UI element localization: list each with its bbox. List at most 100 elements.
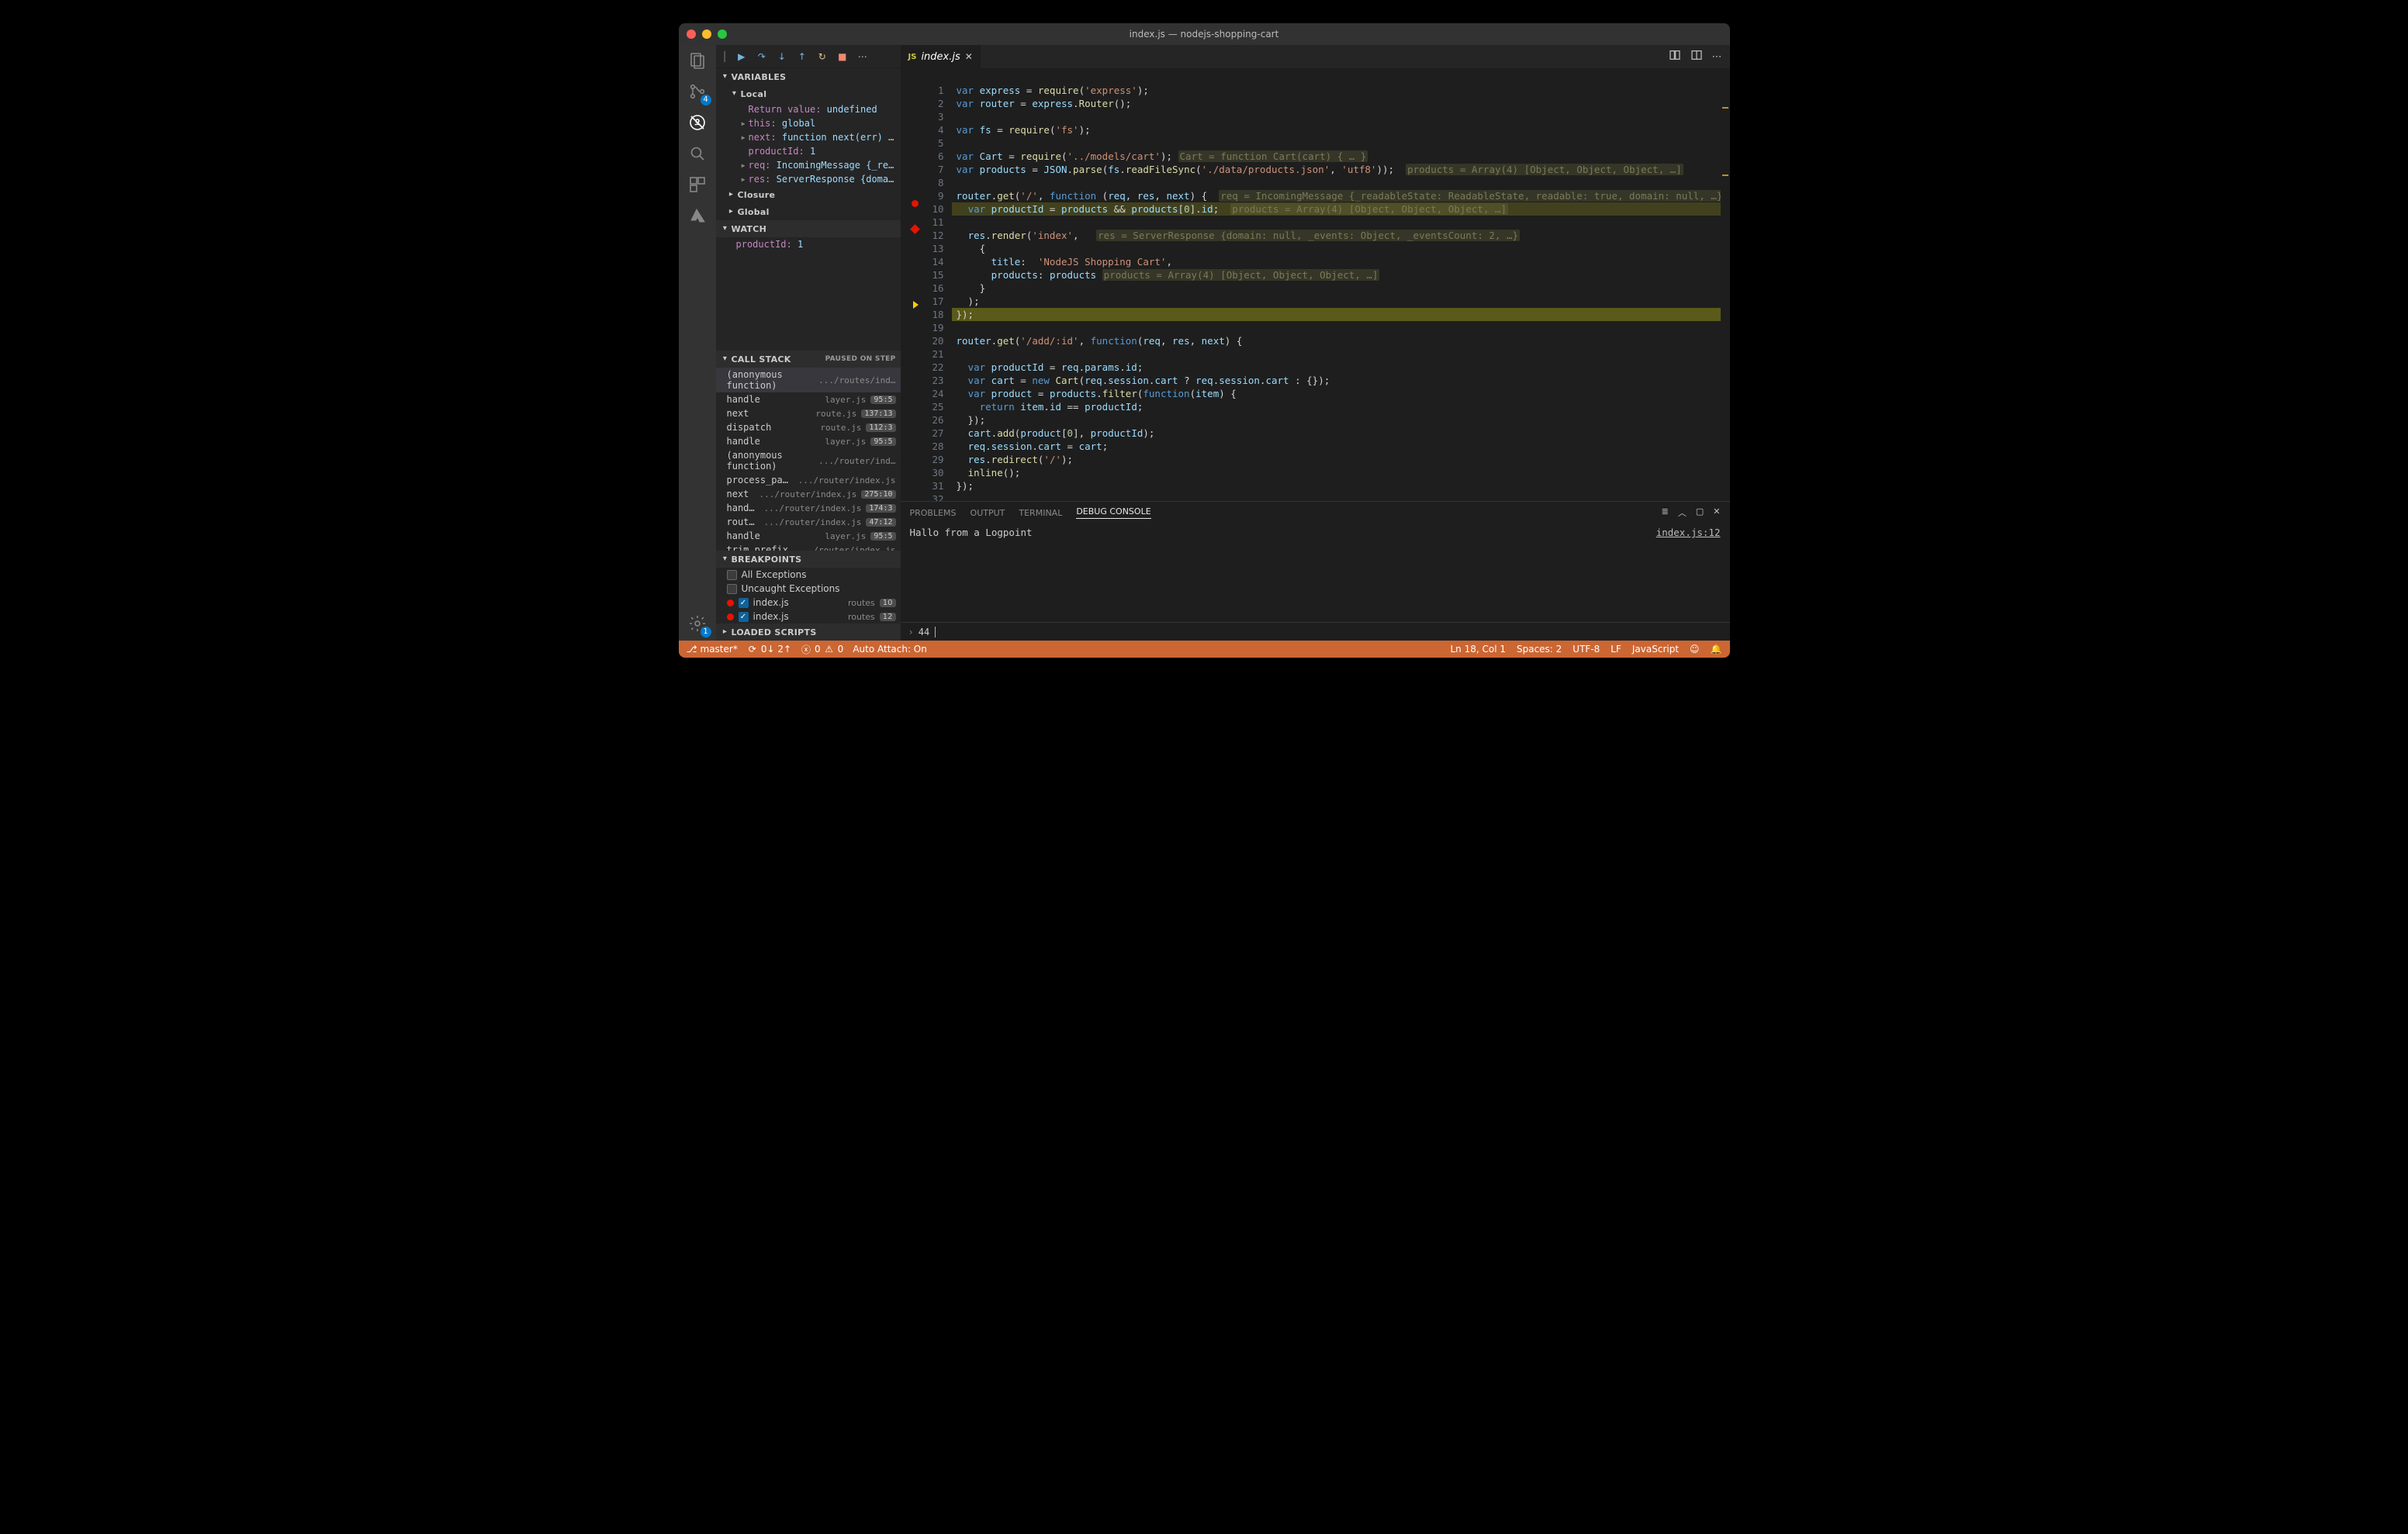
collapse-icon[interactable]: ︿	[1678, 506, 1687, 519]
step-out-icon[interactable]: ↑	[796, 50, 808, 63]
status-sync[interactable]: ⟳0↓ 2↑	[747, 644, 791, 655]
variables-closure-header[interactable]: ▸Closure	[716, 186, 901, 203]
stack-frame[interactable]: nextroute.js137:13	[716, 406, 901, 420]
variable-row[interactable]: Return value: undefined	[716, 102, 901, 116]
bp-all-exceptions[interactable]: All Exceptions	[716, 568, 901, 582]
debug-more-icon[interactable]: ⋯	[856, 50, 869, 63]
code-line[interactable]: var product = products.filter(function(i…	[952, 387, 1730, 400]
azure-icon[interactable]	[687, 205, 708, 226]
status-errors[interactable]: ⓧ0 ⚠0	[801, 643, 843, 656]
close-icon[interactable]: ✕	[965, 51, 973, 62]
restart-icon[interactable]: ↻	[816, 50, 829, 63]
code-line[interactable]: );	[952, 295, 1730, 308]
notifications-icon[interactable]: 🔔	[1711, 644, 1722, 655]
stack-frame[interactable]: (anonymous function).../routes/ind…	[716, 368, 901, 392]
variables-global-header[interactable]: ▸Global	[716, 203, 901, 220]
code-line[interactable]: res.redirect('/');	[952, 453, 1730, 466]
code-line[interactable]: var router = express.Router();	[952, 97, 1730, 110]
status-encoding[interactable]: UTF-8	[1572, 644, 1600, 655]
loaded-scripts-header[interactable]: ▸Loaded Scripts	[716, 624, 901, 641]
close-panel-icon[interactable]: ✕	[1713, 506, 1720, 519]
checkbox-icon[interactable]: ✓	[739, 598, 749, 608]
status-language[interactable]: JavaScript	[1632, 644, 1679, 655]
stack-frame[interactable]: process_params.../router/index.js	[716, 473, 901, 487]
search-icon[interactable]	[687, 143, 708, 164]
code-line[interactable]	[952, 216, 1730, 229]
tab-problems[interactable]: PROBLEMS	[910, 508, 957, 518]
stack-frame[interactable]: handlelayer.js95:5	[716, 529, 901, 543]
code-line[interactable]: });	[952, 413, 1730, 427]
code-line[interactable]: });	[952, 479, 1730, 492]
step-into-icon[interactable]: ↓	[776, 50, 788, 63]
debug-console-input[interactable]: › 44	[901, 622, 1730, 641]
debug-console-body[interactable]: Hallo from a Logpoint index.js:12	[901, 523, 1730, 622]
stack-frame[interactable]: trim_prefix.../router/index.js	[716, 543, 901, 551]
stack-frame[interactable]: handlelayer.js95:5	[716, 434, 901, 448]
code-line[interactable]: products: products products = Array(4) […	[952, 268, 1730, 282]
bp-uncaught-exceptions[interactable]: Uncaught Exceptions	[716, 582, 901, 596]
callstack-section-header[interactable]: ▾Call StackPaused on step	[716, 351, 901, 368]
code-line[interactable]: }	[952, 282, 1730, 295]
explorer-icon[interactable]	[687, 50, 708, 71]
overview-ruler[interactable]	[1721, 82, 1730, 501]
code-line[interactable]: router.get('/add/:id', function(req, res…	[952, 334, 1730, 347]
filter-icon[interactable]: ≣	[1662, 506, 1669, 519]
code-line[interactable]: return item.id == productId;	[952, 400, 1730, 413]
settings-gear-icon[interactable]: 1	[687, 613, 708, 634]
stop-icon[interactable]: ■	[836, 50, 849, 63]
code-line[interactable]: cart.add(product[0], productId);	[952, 427, 1730, 440]
breakpoints-section-header[interactable]: ▾Breakpoints	[716, 551, 901, 568]
code-line[interactable]: var Cart = require('../models/cart'); Ca…	[952, 150, 1730, 163]
debug-icon[interactable]	[687, 112, 708, 133]
code-line[interactable]: var products = JSON.parse(fs.readFileSyn…	[952, 163, 1730, 176]
code-line[interactable]	[952, 176, 1730, 189]
split-editor-icon[interactable]	[1690, 49, 1703, 64]
variable-row[interactable]: ▸next: function next(err) { … }	[716, 130, 901, 144]
watch-row[interactable]: productId: 1	[716, 237, 901, 251]
code-line[interactable]: req.session.cart = cart;	[952, 440, 1730, 453]
code-line[interactable]: var fs = require('fs');	[952, 123, 1730, 136]
code-line[interactable]: title: 'NodeJS Shopping Cart',	[952, 255, 1730, 268]
code-line[interactable]: });	[952, 308, 1730, 321]
editor-more-icon[interactable]: ⋯	[1712, 51, 1722, 63]
checkbox-icon[interactable]	[727, 570, 737, 580]
status-indent[interactable]: Spaces: 2	[1517, 644, 1562, 655]
variable-row[interactable]: productId: 1	[716, 144, 901, 158]
stack-frame[interactable]: (anonymous function).../router/ind…	[716, 448, 901, 473]
status-branch[interactable]: ⎇master*	[687, 644, 738, 655]
variable-row[interactable]: ▸res: ServerResponse {domain: null…	[716, 172, 901, 186]
stack-frame[interactable]: handle.../router/index.js174:3	[716, 501, 901, 515]
compare-changes-icon[interactable]	[1669, 49, 1681, 64]
status-auto-attach[interactable]: Auto Attach: On	[853, 644, 927, 655]
stack-frame[interactable]: router.../router/index.js47:12	[716, 515, 901, 529]
continue-icon[interactable]: ▶	[735, 50, 748, 63]
code-line[interactable]: {	[952, 242, 1730, 255]
maximize-panel-icon[interactable]: ▢	[1696, 506, 1704, 519]
code-line[interactable]: res.render('index', res = ServerResponse…	[952, 229, 1730, 242]
status-cursor-pos[interactable]: Ln 18, Col 1	[1450, 644, 1506, 655]
tab-index-js[interactable]: JS index.js ✕	[901, 45, 981, 68]
code-line[interactable]: var productId = req.params.id;	[952, 361, 1730, 374]
status-eol[interactable]: LF	[1611, 644, 1621, 655]
stack-frame[interactable]: handlelayer.js95:5	[716, 392, 901, 406]
tab-debug-console[interactable]: DEBUG CONSOLE	[1076, 506, 1150, 519]
checkbox-icon[interactable]: ✓	[739, 612, 749, 622]
code-line[interactable]: inline();	[952, 466, 1730, 479]
code-editor[interactable]: 1234567891011121314151617181920212223242…	[901, 82, 1730, 501]
watch-section-header[interactable]: ▾Watch	[716, 220, 901, 237]
code-line[interactable]	[952, 136, 1730, 150]
breakpoint-row[interactable]: ✓index.jsroutes12	[716, 610, 901, 624]
variables-local-header[interactable]: ▾Local	[716, 85, 901, 102]
code-line[interactable]	[952, 110, 1730, 123]
tab-terminal[interactable]: TERMINAL	[1019, 508, 1062, 518]
scm-icon[interactable]: 4	[687, 81, 708, 102]
code-line[interactable]	[952, 321, 1730, 334]
checkbox-icon[interactable]	[727, 584, 737, 594]
tab-output[interactable]: OUTPUT	[970, 508, 1005, 518]
code-line[interactable]: var productId = products && products[0].…	[952, 202, 1730, 216]
variables-section-header[interactable]: ▾Variables	[716, 68, 901, 85]
log-source-link[interactable]: index.js:12	[1656, 527, 1721, 538]
code-line[interactable]: var express = require('express');	[952, 84, 1730, 97]
extensions-icon[interactable]	[687, 174, 708, 195]
code-line[interactable]: var cart = new Cart(req.session.cart ? r…	[952, 374, 1730, 387]
